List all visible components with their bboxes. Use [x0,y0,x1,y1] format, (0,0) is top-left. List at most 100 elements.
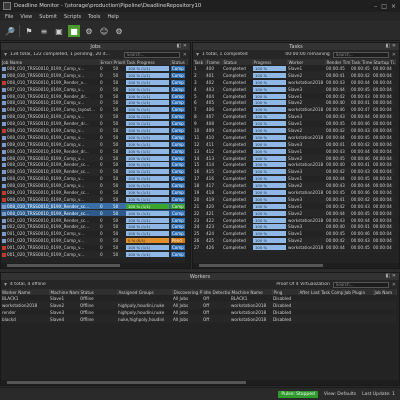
scroll-thumb[interactable] [7,381,246,384]
menu-view[interactable]: View [20,14,32,20]
menu-submit[interactable]: Submit [39,14,57,20]
job-row[interactable]: 008_010_TRSS0010_019X_Comp_v... 0 50 100 % … [1,133,187,142]
users-icon[interactable]: ☺ [98,25,110,37]
task-row[interactable]: 23 422 Completed 100 % workstation2018 00:00:… [193,216,395,224]
tasks-horizontal-scrollbar[interactable] [193,263,399,268]
task-row[interactable]: 18 417 Completed 100 % Slave2 00:00:43 00:00:4… [193,182,395,190]
task-row[interactable]: 26 425 Completed 100 % Slave2 00:00:42 00:00:4… [193,237,395,245]
worker-row[interactable]: workstation2018 Slave2 Offline highpoly,hou… [1,301,396,310]
job-row[interactable]: 002_020_TRSS0010_019X_Render_sc... 0 50 100… [1,223,187,231]
task-row[interactable]: 1 400 Completed 100 % Slave1 00:00:45 00:00:45… [193,65,395,73]
job-row[interactable]: 008_010_TRSS0010_019X_Render_sc... 0 50 100… [1,209,187,218]
jobs-horizontal-scrollbar[interactable] [1,263,190,268]
task-row[interactable]: 5 404 Completed 100 % Slave1 00:00:42 00:00:43… [193,92,395,100]
task-row[interactable]: 11 410 Completed 100 % workstation2018 00:00:… [193,133,395,142]
worker-row[interactable]: render Slave3 Offline highpoly,houdini,nuke… [1,308,396,317]
job-row[interactable]: 008_010_TRSS0010_019X_Render_v... 0 50 100 … [1,78,187,87]
job-row[interactable]: 008_010_TRSS0010_019X_Comp_v... 0 50 100 % … [1,140,187,149]
job-row[interactable]: 008_010_TRSS0010_019X_Render_dr... 0 50 100… [1,120,187,128]
task-row[interactable]: 19 418 Completed 100 % workstation2018 00:00:… [193,189,395,197]
worker-row[interactable]: blackd Slave4 Offline nuke,highpoly,houdini… [1,315,396,324]
menu-file[interactable]: File [5,14,13,20]
task-row[interactable]: 3 402 Completed 100 % workstation2018 00:00:4… [193,78,395,87]
workers-horizontal-scrollbar[interactable] [1,380,399,385]
job-row[interactable]: 008_010_TRSS0010_019X_Render_sc... 0 50 100… [1,161,187,169]
list-icon[interactable]: ≡ [38,25,50,37]
menu-help[interactable]: Help [107,14,118,20]
task-row[interactable]: 27 426 Completed 100 % workstation2018 00:00:… [193,244,395,252]
task-row[interactable]: 8 407 Completed 100 % Slave3 00:00:43 00:00:44… [193,113,395,121]
task-row[interactable]: 7 406 Completed 100 % workstation2018 00:00:4… [193,106,395,114]
job-row[interactable]: 008_010_TRSS0010_019X_Comp_v... 0 50 100 % … [1,154,187,162]
job-row[interactable]: 002_020_TRSS0010_019X_Render_sc... 0 50 100… [1,216,187,224]
job-row[interactable]: 008_010_TRSS0010_019X_Render_sc... 0 50 100… [1,202,187,211]
task-row[interactable]: 12 411 Completed 100 % Slave3 00:00:41 00:00:4… [193,140,395,149]
filter-icon[interactable]: ▾ [4,51,7,58]
job-row[interactable]: 001_020_TRSS0010_019X_Comp_v... 0 50 100 % … [1,230,187,238]
job-row[interactable]: 008_010_TRSS0010_019X_Comp_v... 0 50 100 % … [1,182,187,190]
tasks-search-input[interactable]: Search... [332,51,389,58]
job-row[interactable]: 008_010_TRSS0010_019X_Comp_v... 0 50 100 % … [1,195,187,204]
task-row[interactable]: 20 419 Completed 100 % Slave3 00:00:41 00:00:4… [193,195,395,204]
task-row[interactable]: 22 421 Completed 100 % Slave2 00:00:44 00:00:4… [193,209,395,218]
column-idle-detection[interactable]: Idle Detection [202,289,231,295]
task-row[interactable]: 24 423 Completed 100 % Slave3 00:00:40 00:00:4… [193,223,395,231]
menu-tools[interactable]: Tools [88,14,100,20]
filter-icon[interactable]: ▾ [4,281,7,288]
task-row[interactable]: 13 412 Completed 100 % Slave1 00:00:43 00:00:4… [193,147,395,156]
column-frame[interactable]: Frame [205,59,223,65]
column-render-time[interactable]: Render Time [325,59,351,65]
jobs-vertical-scrollbar[interactable] [185,65,190,265]
job-row[interactable]: 008_010_TRSS0010_019X_Comp_v... 0 50 100 % … [1,113,187,121]
gear-icon[interactable]: ⚙ [83,25,95,37]
scroll-thumb[interactable] [7,264,121,267]
clear-search-icon[interactable]: ✕ [392,52,396,58]
job-row[interactable]: 008_010_TRSS0010_019X_Comp_v... 0 50 100 % … [1,71,187,80]
column-priority[interactable]: Priority [112,59,126,65]
task-row[interactable]: 6 405 Completed 100 % Slave2 00:00:40 00:00:41… [193,99,395,107]
column-startup-time[interactable]: Startup Ti... [372,59,396,65]
close-button[interactable]: × [391,3,396,10]
settings-icon[interactable]: ⚙ [113,25,125,37]
panel-buttons[interactable]: ◧ ✕ [385,273,396,279]
task-row[interactable]: 25 424 Completed 100 % Slave1 00:00:45 00:00:4… [193,230,395,238]
task-row[interactable]: 16 415 Completed 100 % Slave3 00:00:42 00:00:4… [193,168,395,176]
maximize-button[interactable]: □ [381,3,387,10]
job-row[interactable]: 008_010_TRSS0010_019X_Comp_layout... 0 50 1… [1,106,187,114]
job-row[interactable]: 008_010_TRSS0010_019X_Render_sc... 0 50 100… [1,189,187,197]
clear-search-icon[interactable]: ✕ [392,282,396,288]
job-row[interactable]: 008_010_TRSS0010_019X_Render_dr... 0 50 100… [1,92,187,100]
column-machine-name[interactable]: Machine Name [49,289,80,295]
panel-buttons[interactable]: ◧ ✕ [176,43,187,49]
job-row[interactable]: 008_010_TRSS0010_019X_Render_dr... 0 50 100… [1,147,187,156]
column-pools[interactable]: Discovering Pools [172,289,203,295]
column-errors[interactable]: Errors [99,59,113,65]
monitor-icon[interactable]: ▣ [53,25,65,37]
job-row[interactable]: 001_020_TRSS0010_019X_Comp_v... 0 50 100 % … [1,244,187,252]
search-icon[interactable]: 🔎 [4,25,16,37]
task-row[interactable]: 14 413 Completed 100 % Slave2 00:00:45 00:00:4… [193,154,395,162]
panel-buttons[interactable]: ◧ ✕ [385,43,396,49]
job-row[interactable]: 008_010_TRSS0010_019X_Comp_v... 0 50 100 % … [1,175,187,183]
task-row[interactable]: 10 409 Completed 100 % Slave2 00:00:42 00:00:4… [193,127,395,135]
scroll-thumb[interactable] [199,264,323,267]
job-row[interactable]: 007_010_TRSS0010_019X_Comp_v... 0 50 100 % … [1,85,187,94]
column-task-time[interactable]: Task Time [350,59,373,65]
task-row[interactable]: 4 403 Completed 100 % Slave3 00:00:44 00:00:45… [193,85,395,94]
task-row[interactable]: 9 408 Completed 100 % Slave1 00:00:45 00:00:46… [193,120,395,128]
task-row[interactable]: 21 420 Completed 100 % Slave1 00:00:42 00:00:4… [193,202,395,211]
lock-icon[interactable]: ■ [68,25,80,37]
column-after-last-task[interactable]: After Last Task Completion [298,289,344,295]
job-row[interactable]: 008_010_TRSS0010_019X_Render_sc... 0 50 100… [1,168,187,176]
task-row[interactable]: 17 416 Completed 100 % Slave1 00:00:44 00:00:4… [193,175,395,183]
job-row[interactable]: 001_020_TRSS0010_019X_Comp_v... 0 50 0 % (0… [1,237,187,245]
task-row[interactable]: 2 401 Completed 100 % Slave2 00:00:41 00:00:42… [193,71,395,80]
menu-scripts[interactable]: Scripts [64,14,81,20]
minimize-button[interactable]: – [374,3,377,10]
worker-row[interactable]: BLACK1 Slave1 Offline All Jobs Off BLACK1 Disa… [1,295,396,303]
clear-search-icon[interactable]: ✕ [183,52,187,58]
job-row[interactable]: 008_010_TRSS0010_019X_Comp_v... 0 50 100 % … [1,99,187,107]
task-row[interactable]: 15 414 Completed 100 % workstation2018 00:00:… [193,161,395,169]
job-row[interactable]: 001_020_TRSS0010_019X_Comp_v... 0 50 100 % … [1,251,187,259]
pin-icon[interactable]: ⚑ [23,25,35,37]
